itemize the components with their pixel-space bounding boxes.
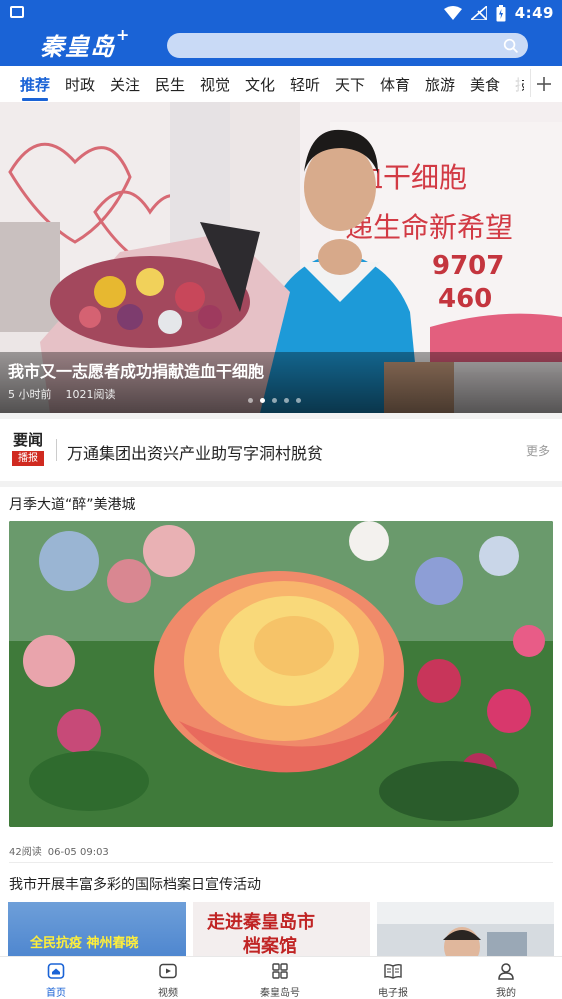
carousel-indicator <box>248 398 301 403</box>
nav-video[interactable]: 视频 <box>128 961 208 999</box>
nav-epaper[interactable]: 电子报 <box>353 961 433 999</box>
tab-recommend[interactable]: 推荐 <box>20 74 50 95</box>
carousel-dot[interactable] <box>248 398 253 403</box>
tab-visual[interactable]: 视觉 <box>200 74 230 95</box>
thumbnail-text: 全民抗疫 神州春晓 <box>30 936 139 951</box>
badge-top-text: 要闻 <box>12 431 43 449</box>
rose-photo <box>9 521 553 827</box>
no-signal-icon <box>470 6 487 20</box>
nav-home[interactable]: 首页 <box>16 961 96 999</box>
bottom-navigation: 首页 视频 秦皇岛号 电子报 我的 <box>0 956 562 999</box>
category-tabs: 推荐 时政 关注 民生 视觉 文化 轻听 天下 体育 旅游 美食 技 <box>0 66 562 102</box>
tab-travel[interactable]: 旅游 <box>425 74 455 95</box>
nav-label: 电子报 <box>378 988 408 999</box>
wifi-icon <box>443 6 462 20</box>
tab-fade <box>500 66 522 102</box>
nav-profile[interactable]: 我的 <box>466 961 546 999</box>
carousel-dot[interactable] <box>272 398 277 403</box>
article-thumbnail[interactable]: 全民抗疫 神州春晓 <box>8 902 186 958</box>
user-icon <box>498 963 514 980</box>
article-thumbnail[interactable]: 走进秦皇岛市 档案馆 <box>193 902 370 958</box>
article-title[interactable]: 月季大道“醉”美港城 <box>9 494 136 514</box>
newspaper-icon <box>384 963 402 979</box>
hero-carousel[interactable]: 血干细胞 递生命新希望 9707 460 我市又一志愿者成功捐献造血干细胞 5 … <box>0 102 562 413</box>
hero-reads: 1021阅读 <box>65 388 116 401</box>
ticker-headline[interactable]: 万通集团出资兴产业助写字洞村脱贫 <box>67 440 323 464</box>
hero-title[interactable]: 我市又一志愿者成功捐献造血干细胞 <box>8 358 264 382</box>
news-badge: 要闻 播报 <box>11 432 45 466</box>
article-meta: 42阅读 06-05 09:03 <box>9 843 109 858</box>
active-tab-indicator <box>22 98 48 101</box>
app-logo[interactable]: 秦皇岛+ <box>40 25 130 62</box>
search-input[interactable] <box>167 33 528 58</box>
nav-qhd-accounts[interactable]: 秦皇岛号 <box>240 961 320 999</box>
headline-ticker[interactable]: 要闻 播报 万通集团出资兴产业助写字洞村脱贫 更多 <box>0 419 562 481</box>
section-divider <box>0 481 562 487</box>
hero-bg-number-1: 9707 <box>432 251 504 281</box>
nav-label: 首页 <box>46 988 66 999</box>
nav-label: 视频 <box>158 988 178 999</box>
home-icon <box>47 963 65 979</box>
screen-cast-icon <box>10 6 24 18</box>
badge-bottom-text: 播报 <box>12 451 44 466</box>
nav-label: 我的 <box>496 988 516 999</box>
tab-livelihood[interactable]: 民生 <box>155 74 185 95</box>
grid-icon <box>272 963 288 979</box>
article-title[interactable]: 我市开展丰富多彩的国际档案日宣传活动 <box>9 874 261 894</box>
tab-listen[interactable]: 轻听 <box>290 74 320 95</box>
nav-label: 秦皇岛号 <box>260 988 300 999</box>
article-date: 06-05 09:03 <box>47 847 109 858</box>
carousel-dot[interactable] <box>296 398 301 403</box>
thumbnail-photo <box>377 902 554 958</box>
article-reads: 42阅读 <box>9 847 42 858</box>
carousel-dot[interactable] <box>260 398 265 403</box>
plus-icon[interactable] <box>524 66 562 102</box>
more-link[interactable]: 更多 <box>526 442 550 459</box>
tab-sports[interactable]: 体育 <box>380 74 410 95</box>
add-tab-button[interactable] <box>524 66 562 102</box>
tab-world[interactable]: 天下 <box>335 74 365 95</box>
hero-bg-text-2: 递生命新希望 <box>345 211 513 244</box>
thumbnail-text: 走进秦皇岛市 <box>207 912 315 933</box>
article-thumbnail[interactable] <box>377 902 554 958</box>
clock: 4:49 <box>514 4 554 22</box>
hero-time: 5 小时前 <box>8 388 52 401</box>
search-icon[interactable] <box>503 38 518 53</box>
thumbnail-text: 档案馆 <box>243 936 297 957</box>
article-image[interactable] <box>9 521 553 827</box>
tab-food[interactable]: 美食 <box>470 74 500 95</box>
hero-bg-number-2: 460 <box>438 284 492 314</box>
tab-focus[interactable]: 关注 <box>110 74 140 95</box>
battery-icon <box>496 4 506 21</box>
tab-culture[interactable]: 文化 <box>245 74 275 95</box>
ticker-divider <box>56 439 57 461</box>
status-bar: 4:49 <box>0 0 562 26</box>
carousel-dot[interactable] <box>284 398 289 403</box>
hero-meta: 5 小时前 1021阅读 <box>8 386 116 402</box>
app-screen: 4:49 秦皇岛+ 推荐 时政 关注 民生 视觉 文化 轻听 天下 体育 旅游 … <box>0 0 562 999</box>
tab-politics[interactable]: 时政 <box>65 74 95 95</box>
app-header: 秦皇岛+ <box>0 25 562 66</box>
video-icon <box>159 963 177 979</box>
divider <box>9 862 553 863</box>
